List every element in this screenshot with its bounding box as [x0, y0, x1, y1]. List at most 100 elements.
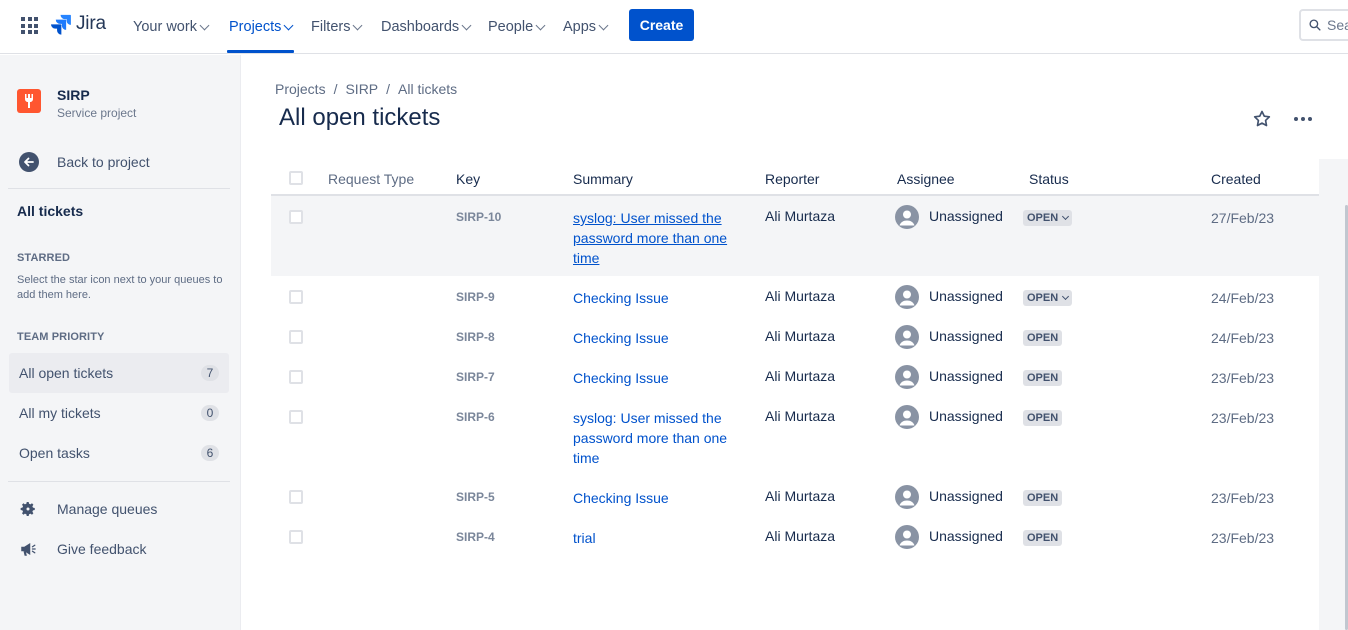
ticket-key[interactable]: SIRP-5 [456, 490, 495, 504]
ticket-assignee[interactable]: Unassigned [929, 528, 1003, 544]
app-switcher-icon[interactable] [21, 17, 38, 34]
ticket-assignee[interactable]: Unassigned [929, 408, 1003, 424]
jira-logo[interactable]: Jira [50, 13, 106, 35]
column-key[interactable]: Key [456, 171, 480, 187]
table-row[interactable]: SIRP-9 Checking Issue Ali Murtaza Unassigne… [271, 276, 1319, 316]
row-checkbox[interactable] [289, 530, 303, 544]
ticket-key[interactable]: SIRP-7 [456, 370, 495, 384]
manage-queues-link[interactable]: Manage queues [19, 500, 157, 518]
create-button[interactable]: Create [629, 9, 694, 41]
user-avatar-icon [895, 525, 919, 549]
row-checkbox[interactable] [289, 330, 303, 344]
project-header[interactable]: SIRP Service project [17, 87, 136, 120]
ticket-reporter: Ali Murtaza [765, 208, 836, 224]
nav-people[interactable]: People [488, 0, 546, 54]
back-to-project-link[interactable]: Back to project [19, 152, 150, 172]
starred-heading: STARRED [17, 252, 71, 264]
breadcrumb-all-tickets[interactable]: All tickets [398, 81, 457, 97]
ticket-created-date: 23/Feb/23 [1211, 490, 1275, 506]
row-checkbox[interactable] [289, 370, 303, 384]
project-avatar-icon [17, 89, 41, 113]
ticket-summary-link[interactable]: trial [573, 528, 743, 548]
search-box[interactable] [1299, 9, 1348, 41]
queue-label: Open tasks [19, 445, 90, 461]
table-row[interactable]: SIRP-8 Checking Issue Ali Murtaza Unassigne… [271, 316, 1319, 356]
ticket-summary-link[interactable]: Checking Issue [573, 368, 743, 388]
gear-icon [20, 501, 35, 517]
user-avatar-icon [895, 285, 919, 309]
column-summary[interactable]: Summary [573, 171, 633, 187]
row-checkbox[interactable] [289, 410, 303, 424]
nav-projects[interactable]: Projects [226, 0, 295, 54]
ticket-assignee[interactable]: Unassigned [929, 288, 1003, 304]
table-row[interactable]: SIRP-5 Checking Issue Ali Murtaza Unassigne… [271, 476, 1319, 516]
search-input[interactable] [1327, 17, 1348, 33]
queue-all-open-tickets[interactable]: All open tickets 7 [9, 353, 229, 393]
nav-filters[interactable]: Filters [311, 0, 363, 54]
breadcrumb-sirp[interactable]: SIRP [345, 81, 378, 97]
ticket-summary-link[interactable]: syslog: User missed the password more th… [573, 408, 743, 468]
chevron-down-icon [353, 20, 363, 30]
ticket-summary-link[interactable]: Checking Issue [573, 488, 743, 508]
table-row[interactable]: SIRP-7 Checking Issue Ali Murtaza Unassigne… [271, 356, 1319, 396]
ticket-reporter: Ali Murtaza [765, 288, 836, 304]
table-row[interactable]: SIRP-6 syslog: User missed the password m… [271, 396, 1319, 476]
breadcrumb-separator: / [386, 81, 391, 97]
table-row[interactable]: SIRP-4 trial Ali Murtaza Unassigned OPEN 23/F… [271, 516, 1319, 556]
ticket-key[interactable]: SIRP-6 [456, 410, 495, 424]
queue-open-tasks[interactable]: Open tasks 6 [9, 433, 229, 473]
chevron-down-icon [598, 20, 609, 30]
nav-label: Your work [133, 19, 197, 35]
ticket-summary-link[interactable]: Checking Issue [573, 328, 743, 348]
all-tickets-link[interactable]: All tickets [17, 203, 83, 219]
queue-all-my-tickets[interactable]: All my tickets 0 [9, 393, 229, 433]
chevron-down-icon [1062, 292, 1070, 301]
nav-apps[interactable]: Apps [563, 0, 609, 54]
ticket-assignee[interactable]: Unassigned [929, 328, 1003, 344]
ticket-assignee[interactable]: Unassigned [929, 208, 1003, 224]
project-name: SIRP [57, 87, 90, 103]
ticket-assignee[interactable]: Unassigned [929, 368, 1003, 384]
tickets-table: Request Type Key Summary Reporter Assign… [271, 159, 1319, 556]
column-request-type[interactable]: Request Type [328, 171, 414, 187]
ticket-created-date: 27/Feb/23 [1211, 210, 1275, 226]
more-actions-button[interactable] [1290, 107, 1316, 131]
row-checkbox[interactable] [289, 490, 303, 504]
ticket-created-date: 24/Feb/23 [1211, 290, 1275, 306]
project-type: Service project [57, 106, 137, 120]
status-badge[interactable]: OPEN [1023, 210, 1073, 226]
status-badge: OPEN [1023, 330, 1063, 346]
ticket-key[interactable]: SIRP-4 [456, 530, 495, 544]
ticket-key[interactable]: SIRP-9 [456, 290, 495, 304]
status-badge: OPEN [1023, 490, 1063, 506]
select-all-checkbox[interactable] [289, 171, 303, 185]
scrollbar-track [1319, 159, 1348, 630]
ticket-assignee[interactable]: Unassigned [929, 488, 1003, 504]
status-badge[interactable]: OPEN [1023, 290, 1073, 306]
page-title: All open tickets [279, 104, 441, 131]
ticket-key[interactable]: SIRP-10 [456, 210, 501, 224]
nav-your-work[interactable]: Your work [133, 0, 210, 54]
ticket-reporter: Ali Murtaza [765, 408, 836, 424]
nav-dashboards[interactable]: Dashboards [381, 0, 472, 54]
ticket-summary-link[interactable]: syslog: User missed the password more th… [573, 208, 743, 268]
queue-label: All open tickets [19, 365, 114, 381]
column-reporter[interactable]: Reporter [765, 171, 819, 187]
queue-count: 6 [201, 445, 219, 461]
column-assignee[interactable]: Assignee [897, 171, 955, 187]
ticket-key[interactable]: SIRP-8 [456, 330, 495, 344]
ticket-reporter: Ali Murtaza [765, 328, 836, 344]
give-feedback-link[interactable]: Give feedback [19, 540, 147, 558]
row-checkbox[interactable] [289, 210, 303, 224]
column-status[interactable]: Status [1029, 171, 1069, 187]
table-row[interactable]: SIRP-10 syslog: User missed the password … [271, 196, 1319, 276]
column-created[interactable]: Created [1211, 171, 1261, 187]
star-button[interactable] [1250, 107, 1274, 131]
logo-text: Jira [76, 13, 106, 34]
star-icon [1253, 110, 1271, 127]
row-checkbox[interactable] [289, 290, 303, 304]
ticket-summary-link[interactable]: Checking Issue [573, 288, 743, 308]
status-label: OPEN [1027, 412, 1059, 424]
ticket-reporter: Ali Murtaza [765, 368, 836, 384]
breadcrumb-projects[interactable]: Projects [275, 81, 326, 97]
